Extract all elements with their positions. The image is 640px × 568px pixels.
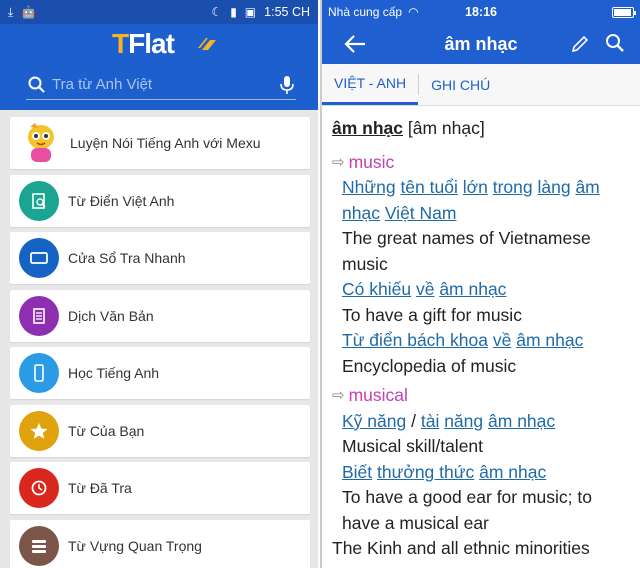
battery-icon: ▣	[244, 5, 257, 19]
menu-item-speak-with-mexu[interactable]: Luyện Nói Tiếng Anh với Mexu	[10, 117, 310, 169]
example-vietnamese: Kỹ năng / tài năng âm nhạc	[342, 409, 630, 435]
sense-heading: ⇨ music	[332, 150, 630, 176]
menu-item-vietnamese-english-dictionary[interactable]: Từ Điển Việt Anh	[10, 174, 310, 227]
word-link[interactable]: Từ điển bách khoa	[342, 330, 488, 350]
search-icon[interactable]	[604, 32, 626, 54]
word-link[interactable]: âm nhạc	[439, 279, 506, 299]
pencil-icon[interactable]	[570, 34, 590, 54]
page-title: âm nhạc	[444, 33, 518, 54]
menu-item-label: Từ Điển Việt Anh	[68, 192, 175, 209]
menu-item-label: Luyện Nói Tiếng Anh với Mexu	[70, 135, 261, 151]
entry-pronunciation: [âm nhạc]	[407, 118, 485, 138]
arrow-right-icon: ⇨	[332, 153, 345, 171]
document-icon	[19, 295, 59, 336]
trailing-text: The Kinh and all ethnic minorities	[332, 538, 590, 558]
example-vietnamese: Biết thưởng thức âm nhạc	[342, 460, 630, 486]
navigation-bar: âm nhạc	[322, 24, 640, 64]
example: Có khiếu về âm nhạc To have a gift for m…	[332, 277, 630, 328]
word-link[interactable]: năng	[444, 411, 483, 431]
menu-item-label: Cửa Sổ Tra Nhanh	[68, 250, 186, 266]
word-link[interactable]: Kỹ năng	[342, 411, 406, 431]
status-time: 1:55 CH	[264, 5, 310, 19]
star-icon	[19, 410, 59, 451]
app-header: TFlat Tra từ Anh Việt	[0, 24, 318, 110]
menu-item-label: Học Tiếng Anh	[68, 365, 160, 381]
word-link[interactable]: Những	[342, 177, 396, 197]
example-english: Musical skill/talent	[342, 436, 484, 456]
tab-bar: VIỆT - ANH GHI CHÚ	[322, 64, 640, 106]
status-bar: Nhà cung cấp ◠ 18:16	[322, 0, 640, 24]
phone-icon	[19, 353, 59, 393]
menu-item-your-words[interactable]: Từ Của Bạn	[10, 404, 310, 457]
stack-icon	[19, 525, 59, 566]
search-bar[interactable]: Tra từ Anh Việt	[26, 70, 296, 100]
word-link[interactable]: về	[416, 279, 434, 299]
example-vietnamese: Có khiếu về âm nhạc	[342, 277, 630, 303]
word-link[interactable]: lớn	[463, 177, 488, 197]
example: Biết thưởng thức âm nhạc To have a good …	[332, 460, 630, 537]
moon-icon: ☾	[211, 5, 223, 19]
search-icon	[28, 76, 45, 93]
status-time: 18:16	[465, 5, 497, 19]
menu-item-learn-english[interactable]: Học Tiếng Anh	[10, 347, 310, 399]
example-english: To have a gift for music	[342, 304, 522, 325]
sense-word: music	[348, 151, 395, 172]
menu-item-label: Từ Vựng Quan Trọng	[68, 537, 202, 554]
word-link[interactable]: trong	[493, 177, 533, 197]
book-icon	[198, 38, 216, 50]
example: Những tên tuổi lớn trong làng âm nhạc Vi…	[332, 175, 630, 277]
example-english: To have a good ear for music; to have a …	[342, 487, 592, 533]
tab-notes[interactable]: GHI CHÚ	[419, 64, 502, 105]
dictionary-icon	[19, 180, 59, 221]
example-vietnamese: Từ điển bách khoa về âm nhạc	[342, 328, 630, 354]
word-link[interactable]: Biết	[342, 462, 372, 482]
menu-item-label: Từ Của Bạn	[68, 422, 145, 439]
sense-heading: ⇨ musical	[332, 383, 630, 409]
entry-headword: âm nhạc	[332, 118, 403, 138]
entry-headword-line: âm nhạc [âm nhạc]	[332, 116, 630, 142]
example: Từ điển bách khoa về âm nhạc Encyclopedi…	[332, 328, 630, 379]
history-icon	[19, 468, 59, 508]
status-bar: ⤓ 🤖 ☾ ▮ ▣ 1:55 CH	[0, 0, 318, 24]
word-link[interactable]: thưởng thức	[377, 462, 474, 482]
right-app-screen: Nhà cung cấp ◠ 18:16 âm nhạc VIỆT - ANH …	[320, 0, 640, 568]
signal-icon: ▮	[230, 5, 237, 19]
word-link[interactable]: Có khiếu	[342, 279, 411, 299]
word-link[interactable]: Việt Nam	[385, 203, 457, 223]
word-link[interactable]: tên tuổi	[400, 177, 457, 197]
left-app-screen: ⤓ 🤖 ☾ ▮ ▣ 1:55 CH TFlat Tra từ Anh Việt	[0, 0, 318, 568]
example-vietnamese: Những tên tuổi lớn trong làng âm nhạc Vi…	[342, 175, 630, 226]
microphone-icon[interactable]	[278, 74, 296, 96]
search-input[interactable]: Tra từ Anh Việt	[52, 76, 278, 93]
sense-word: musical	[348, 385, 408, 405]
example-english: The great names of Vietnamese music	[342, 228, 591, 274]
tab-viet-anh[interactable]: VIỆT - ANH	[322, 64, 419, 105]
menu-item-important-vocabulary[interactable]: Từ Vựng Quan Trọng	[10, 519, 310, 568]
mascot-icon	[28, 123, 54, 162]
menu-item-searched-words[interactable]: Từ Đã Tra	[10, 462, 310, 514]
menu-item-label: Dịch Văn Bản	[68, 307, 154, 324]
main-menu: Luyện Nói Tiếng Anh với Mexu Từ Điển Việ…	[10, 117, 310, 568]
word-link[interactable]: âm nhạc	[488, 411, 555, 431]
dictionary-entry: âm nhạc [âm nhạc] ⇨ music Những tên tuổi…	[322, 106, 640, 562]
word-link[interactable]: âm nhạc	[516, 330, 583, 350]
slash-separator: /	[411, 410, 416, 431]
app-logo: TFlat	[112, 28, 216, 60]
word-link[interactable]: tài	[421, 411, 439, 431]
android-icon: 🤖	[21, 5, 37, 19]
word-link[interactable]: về	[493, 330, 511, 350]
download-icon: ⤓	[8, 4, 14, 19]
word-link[interactable]: âm nhạc	[479, 462, 546, 482]
word-link[interactable]: làng	[537, 177, 570, 197]
menu-item-label: Từ Đã Tra	[68, 480, 132, 496]
menu-item-quick-lookup-window[interactable]: Cửa Sổ Tra Nhanh	[10, 232, 310, 284]
window-icon	[19, 238, 59, 278]
arrow-right-icon: ⇨	[332, 387, 345, 404]
example: Kỹ năng / tài năng âm nhạc Musical skill…	[332, 409, 630, 460]
battery-icon	[612, 6, 636, 18]
example-english: Encyclopedia of music	[342, 355, 517, 376]
menu-item-translate-text[interactable]: Dịch Văn Bản	[10, 289, 310, 342]
